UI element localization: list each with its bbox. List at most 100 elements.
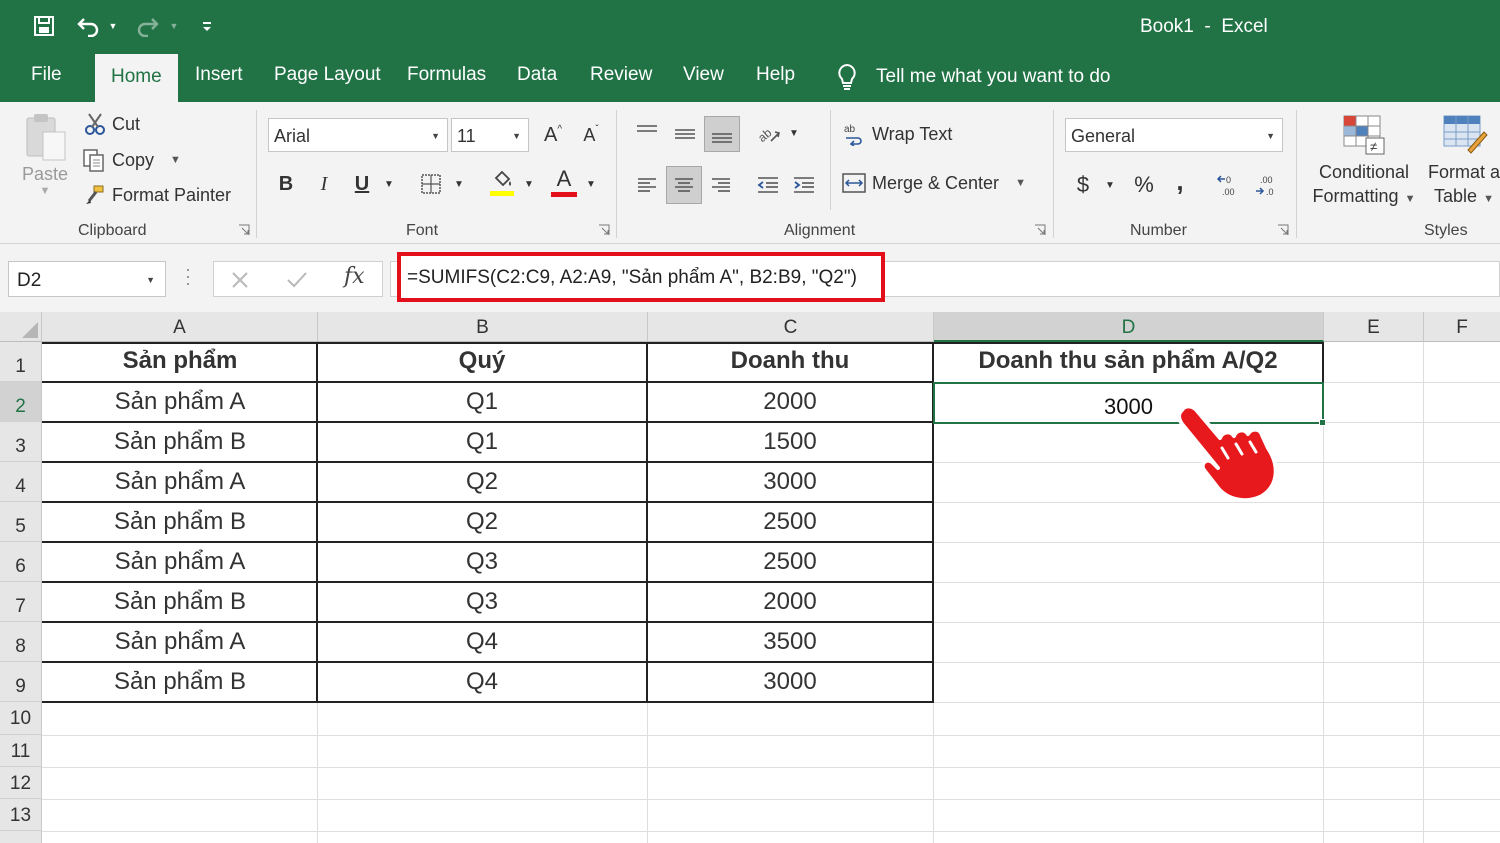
redo-icon[interactable] — [134, 12, 162, 40]
number-launcher-icon[interactable] — [1277, 224, 1289, 236]
cell-a7[interactable]: Sản phẩm B — [44, 588, 316, 616]
tab-file[interactable]: File — [31, 64, 62, 86]
borders-dropdown-icon[interactable]: ▼ — [450, 168, 468, 200]
align-right-button[interactable] — [704, 168, 738, 202]
italic-button[interactable]: I — [310, 168, 338, 200]
cancel-icon[interactable] — [230, 270, 250, 290]
underline-dropdown-icon[interactable]: ▼ — [380, 168, 398, 200]
cell-a8[interactable]: Sản phẩm A — [44, 628, 316, 656]
row-header-4[interactable]: 4 — [0, 462, 42, 502]
number-format-select[interactable]: General ▼ — [1065, 118, 1283, 152]
column-header-c[interactable]: C — [648, 312, 934, 342]
comma-style-button[interactable]: , — [1168, 164, 1192, 198]
decrease-indent-button[interactable] — [752, 168, 784, 202]
underline-button[interactable]: U — [348, 168, 376, 200]
row-header-5[interactable]: 5 — [0, 502, 42, 542]
copy-button[interactable]: Copy ▼ — [82, 148, 181, 172]
format-as-table-button[interactable]: Format a Table ▼ — [1424, 112, 1500, 207]
tab-formulas[interactable]: Formulas — [407, 64, 486, 86]
cell-a2[interactable]: Sản phẩm A — [44, 388, 316, 416]
merge-center-button[interactable]: Merge & Center ▼ — [842, 172, 1026, 194]
wrap-text-button[interactable]: ab Wrap Text — [842, 122, 952, 146]
name-box[interactable]: D2 ▼ — [8, 261, 166, 297]
column-header-a[interactable]: A — [42, 312, 318, 342]
font-color-button[interactable]: A — [548, 164, 580, 200]
tab-insert[interactable]: Insert — [195, 64, 243, 86]
cell-c8[interactable]: 3500 — [648, 628, 932, 656]
cell-b1[interactable]: Quý — [318, 347, 646, 375]
cell-b2[interactable]: Q1 — [318, 388, 646, 416]
cell-c1[interactable]: Doanh thu — [648, 347, 932, 375]
decrease-decimal-button[interactable]: .00.0 — [1252, 168, 1282, 202]
cell-a6[interactable]: Sản phẩm A — [44, 548, 316, 576]
percent-button[interactable]: % — [1130, 168, 1158, 202]
cell-b4[interactable]: Q2 — [318, 468, 646, 496]
conditional-formatting-button[interactable]: ≠ Conditional Formatting ▼ — [1308, 112, 1420, 207]
align-bottom-button[interactable] — [704, 116, 740, 152]
fill-color-dropdown-icon[interactable]: ▼ — [520, 168, 538, 200]
merge-center-dropdown-icon[interactable]: ▼ — [1015, 177, 1026, 189]
customize-qat-icon[interactable] — [197, 12, 217, 40]
column-header-d[interactable]: D — [934, 312, 1324, 342]
increase-decimal-button[interactable]: 0.00 — [1214, 168, 1244, 202]
cell-c7[interactable]: 2000 — [648, 588, 932, 616]
cell-a9[interactable]: Sản phẩm B — [44, 668, 316, 696]
increase-indent-button[interactable] — [788, 168, 820, 202]
font-launcher-icon[interactable] — [598, 224, 610, 236]
tab-view[interactable]: View — [683, 64, 724, 86]
cell-c5[interactable]: 2500 — [648, 508, 932, 536]
alignment-launcher-icon[interactable] — [1034, 224, 1046, 236]
enter-check-icon[interactable] — [286, 270, 308, 290]
currency-dropdown-icon[interactable]: ▼ — [1102, 168, 1118, 202]
select-all-button[interactable] — [0, 312, 42, 342]
align-left-button[interactable] — [630, 168, 664, 202]
row-header-14[interactable] — [0, 831, 42, 843]
cell-c4[interactable]: 3000 — [648, 468, 932, 496]
cell-a5[interactable]: Sản phẩm B — [44, 508, 316, 536]
align-middle-button[interactable] — [668, 116, 702, 150]
tab-data[interactable]: Data — [517, 64, 557, 86]
tab-home[interactable]: Home — [95, 54, 178, 102]
row-header-13[interactable]: 13 — [0, 799, 42, 831]
row-header-3[interactable]: 3 — [0, 422, 42, 462]
row-header-2[interactable]: 2 — [0, 382, 42, 422]
cell-b5[interactable]: Q2 — [318, 508, 646, 536]
row-header-1[interactable]: 1 — [0, 342, 42, 382]
cell-b8[interactable]: Q4 — [318, 628, 646, 656]
clipboard-launcher-icon[interactable] — [238, 224, 250, 236]
tab-review[interactable]: Review — [590, 64, 652, 86]
cell-c2[interactable]: 2000 — [648, 388, 932, 416]
orientation-button[interactable]: ab — [752, 116, 784, 150]
cell-b7[interactable]: Q3 — [318, 588, 646, 616]
bold-button[interactable]: B — [272, 168, 300, 200]
cell-b9[interactable]: Q4 — [318, 668, 646, 696]
font-color-dropdown-icon[interactable]: ▼ — [582, 168, 600, 200]
row-header-11[interactable]: 11 — [0, 735, 42, 767]
orientation-dropdown-icon[interactable]: ▼ — [786, 116, 802, 150]
cell-b6[interactable]: Q3 — [318, 548, 646, 576]
row-header-10[interactable]: 10 — [0, 702, 42, 735]
increase-font-size-button[interactable]: A ^ — [538, 118, 568, 152]
row-header-12[interactable]: 12 — [0, 767, 42, 799]
decrease-font-size-button[interactable]: Aˇ — [576, 118, 606, 152]
tell-me-search[interactable]: Tell me what you want to do — [836, 62, 1110, 92]
format-painter-button[interactable]: Format Painter — [84, 184, 231, 206]
borders-button[interactable] — [416, 168, 446, 200]
font-size-select[interactable]: 11 ▼ — [451, 118, 529, 152]
cell-a4[interactable]: Sản phẩm A — [44, 468, 316, 496]
formula-text[interactable]: =SUMIFS(C2:C9, A2:A9, "Sản phẩm A", B2:B… — [407, 267, 857, 289]
copy-dropdown-icon[interactable]: ▼ — [170, 154, 181, 166]
row-header-9[interactable]: 9 — [0, 662, 42, 702]
cell-a3[interactable]: Sản phẩm B — [44, 428, 316, 456]
fill-handle[interactable] — [1319, 419, 1326, 426]
font-name-select[interactable]: Arial ▼ — [268, 118, 448, 152]
undo-dropdown-icon[interactable]: ▼ — [106, 12, 120, 40]
formula-bar-grip-icon[interactable]: · · · — [185, 260, 191, 292]
tab-page-layout[interactable]: Page Layout — [274, 64, 381, 86]
row-header-7[interactable]: 7 — [0, 582, 42, 622]
tab-help[interactable]: Help — [756, 64, 795, 86]
row-header-6[interactable]: 6 — [0, 542, 42, 582]
cell-c3[interactable]: 1500 — [648, 428, 932, 456]
cell-d1[interactable]: Doanh thu sản phẩm A/Q2 — [934, 347, 1322, 375]
column-header-b[interactable]: B — [318, 312, 648, 342]
